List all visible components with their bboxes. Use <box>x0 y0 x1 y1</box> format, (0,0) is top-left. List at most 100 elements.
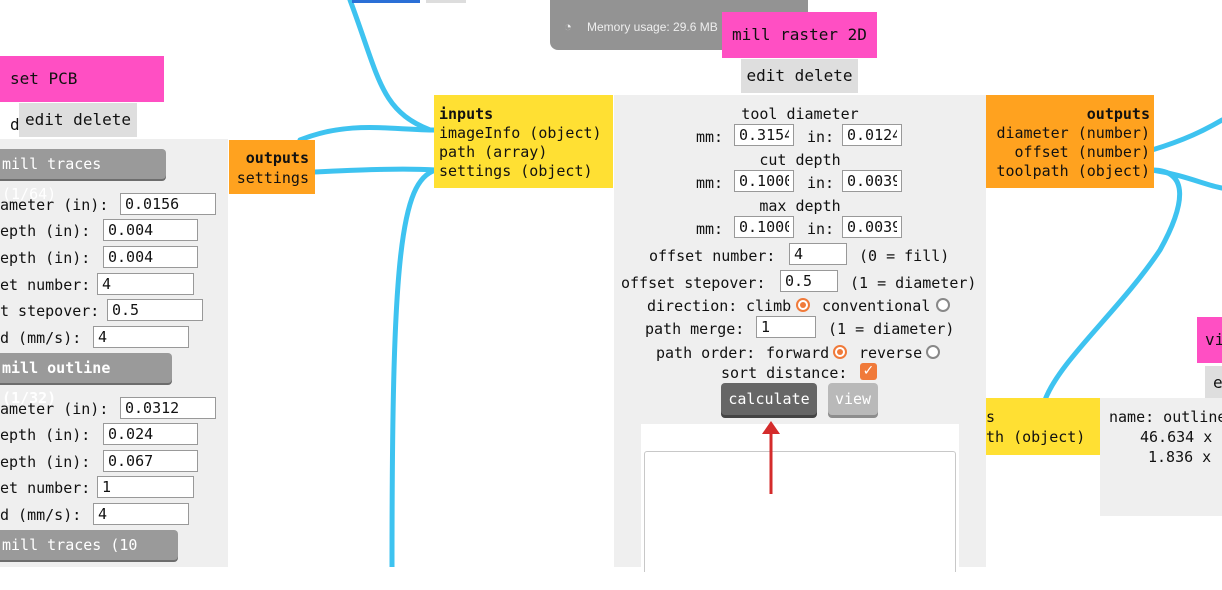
max-depth-input-1[interactable] <box>103 246 198 268</box>
output-settings[interactable]: settings <box>237 169 309 187</box>
conventional-label: conventional <box>822 297 931 315</box>
offset-number-hint: (0 = fill) <box>859 247 950 265</box>
setting-label: t stepover: <box>0 302 100 320</box>
mill-outline-1-32-button[interactable]: mill outline (1/32) <box>0 353 172 407</box>
preview-area <box>641 424 959 572</box>
direction-label: direction: <box>647 297 738 315</box>
gauge-icon: ◔ <box>564 19 572 34</box>
offset-stepover-input[interactable] <box>780 270 838 292</box>
wire-right-down <box>1042 167 1183 403</box>
offset-number-input-1[interactable] <box>97 273 194 295</box>
mill-module-inputs: inputs imageInfo (object) path (array) s… <box>434 95 613 188</box>
info-name: name: outline <box>1109 408 1222 426</box>
calculate-button[interactable]: calculate <box>721 383 817 415</box>
wire-settings-to-settings <box>311 166 439 175</box>
in-label: in: <box>807 174 835 192</box>
setting-label: ameter (in): <box>0 400 109 418</box>
outputs-label: outputs <box>245 149 309 167</box>
wire-settings-to-imageinfo <box>297 125 439 143</box>
offset-number-input-2[interactable] <box>97 476 194 498</box>
offset-stepover-hint: (1 = diameter) <box>850 274 977 292</box>
wire-top-left <box>347 0 433 133</box>
sort-distance-checkbox[interactable]: ✓ <box>860 363 877 380</box>
cut-depth-heading: cut depth <box>759 151 841 169</box>
speed-input-2[interactable] <box>93 503 189 525</box>
max-depth-in-input[interactable] <box>842 216 902 238</box>
preview-canvas <box>644 451 956 572</box>
in-label: in: <box>807 220 835 238</box>
output-diameter[interactable]: diameter (number) <box>996 124 1150 142</box>
info-size-1: 46.634 x <box>1140 428 1213 446</box>
view-button[interactable]: view <box>828 383 878 415</box>
left-module-panel: mill traces (1/64) ameter (in): epth (in… <box>0 139 228 584</box>
tool-diameter-heading: tool diameter <box>741 105 859 123</box>
input-partial-1: s <box>986 408 996 426</box>
offset-number-input[interactable] <box>789 243 847 265</box>
wire-right-top <box>1149 117 1222 153</box>
mill-module-title[interactable]: mill raster 2D <box>722 12 877 58</box>
input-path[interactable]: path (array) <box>439 143 547 161</box>
output-toolpath[interactable]: toolpath (object) <box>996 162 1150 180</box>
mill-traces-10-mil-button[interactable]: mill traces (10 mil) <box>0 530 178 584</box>
mm-label: mm: <box>696 220 724 238</box>
reverse-label: reverse <box>859 344 923 362</box>
speed-input-1[interactable] <box>93 326 189 348</box>
top-tab-indicator-2 <box>426 0 466 3</box>
reverse-radio[interactable] <box>926 345 940 359</box>
setting-label: epth (in): <box>0 453 91 471</box>
offset-number-label: offset number: <box>649 247 776 265</box>
max-depth-mm-input[interactable] <box>734 216 794 238</box>
top-tab-indicator <box>352 0 420 3</box>
right-module-title[interactable]: vi <box>1197 317 1222 363</box>
setting-label: epth (in): <box>0 426 91 444</box>
cut-depth-mm-input[interactable] <box>734 170 794 192</box>
path-merge-input[interactable] <box>756 316 816 338</box>
setting-label: et number: <box>0 276 91 294</box>
setting-label: epth (in): <box>0 222 91 240</box>
input-path-object[interactable]: th (object) <box>986 428 1085 446</box>
max-depth-input-2[interactable] <box>103 450 198 472</box>
right-module-inputs: s th (object) <box>986 398 1100 455</box>
climb-radio[interactable] <box>796 298 810 312</box>
mm-label: mm: <box>696 174 724 192</box>
wire-down-from-settings <box>389 167 439 567</box>
input-imageinfo[interactable]: imageInfo (object) <box>439 124 602 142</box>
in-label: in: <box>807 128 835 146</box>
path-order-label: path order: <box>656 344 756 362</box>
sort-distance-label: sort distance: <box>721 364 848 382</box>
path-merge-label: path merge: <box>645 320 745 338</box>
input-settings[interactable]: settings (object) <box>439 162 593 180</box>
right-module-edit[interactable]: e <box>1205 366 1222 400</box>
setting-label: d (mm/s): <box>0 329 82 347</box>
red-arrow-icon <box>762 421 780 494</box>
mill-module-panel: tool diameter mm: in: cut depth mm: in: … <box>614 95 986 572</box>
left-module-edit-delete[interactable]: edit delete <box>19 103 137 137</box>
forward-radio[interactable] <box>833 345 847 359</box>
path-merge-hint: (1 = diameter) <box>828 320 955 338</box>
output-offset[interactable]: offset (number) <box>1015 143 1150 161</box>
conventional-radio[interactable] <box>936 298 950 312</box>
memory-usage-label: Memory usage: 29.6 MB <box>587 20 718 34</box>
outputs-label: outputs <box>1086 105 1150 123</box>
setting-label: d (mm/s): <box>0 506 82 524</box>
cut-depth-in-input[interactable] <box>842 170 902 192</box>
mill-traces-1-64-button[interactable]: mill traces (1/64) <box>0 149 166 203</box>
mill-module-edit-delete[interactable]: edit delete <box>741 59 858 93</box>
inputs-label: inputs <box>439 105 494 123</box>
cut-depth-input-1[interactable] <box>103 219 198 241</box>
cut-depth-input-2[interactable] <box>103 423 198 445</box>
tool-diameter-input-2[interactable] <box>120 397 216 419</box>
right-module-panel: name: outline 46.634 x 1.836 x <box>1100 398 1222 516</box>
tool-diameter-input-1[interactable] <box>120 193 216 215</box>
max-depth-heading: max depth <box>759 197 841 215</box>
info-size-2: 1.836 x <box>1148 448 1212 466</box>
forward-label: forward <box>766 344 830 362</box>
tool-diameter-in-input[interactable] <box>842 124 902 146</box>
offset-stepover-input-1[interactable] <box>107 299 203 321</box>
mill-module-outputs: outputs diameter (number) offset (number… <box>986 95 1154 188</box>
tool-diameter-mm-input[interactable] <box>734 124 794 146</box>
setting-label: et number: <box>0 479 91 497</box>
climb-label: climb <box>746 297 792 315</box>
offset-stepover-label: offset stepover: <box>621 274 766 292</box>
left-module-title[interactable]: set PCB defaults <box>0 56 164 134</box>
